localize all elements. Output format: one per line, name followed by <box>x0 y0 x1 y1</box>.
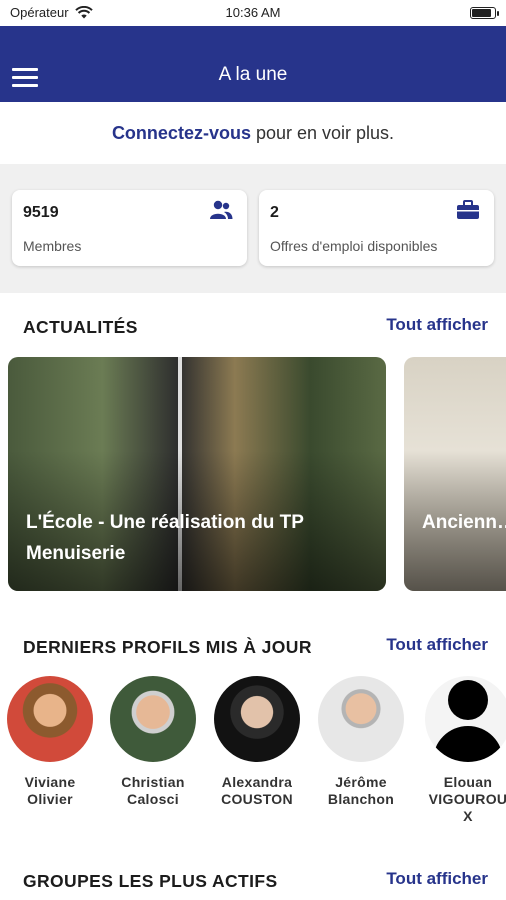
profile-first-name: Christian <box>121 774 185 790</box>
profile-first-name: Jérôme <box>335 774 387 790</box>
groups-title: GROUPES LES PLUS ACTIFS <box>23 871 278 891</box>
avatar <box>7 676 93 762</box>
profile-last-name: COUSTON <box>221 791 293 807</box>
profile-name: Christian Calosci <box>103 774 203 808</box>
profile-first-name: Elouan <box>443 774 493 790</box>
news-card[interactable]: L'École - Une réalisation du TP Menuiser… <box>8 357 386 591</box>
briefcase-icon <box>457 200 479 219</box>
login-link[interactable]: Connectez-vous <box>112 123 251 143</box>
profile-last-name: Calosci <box>127 791 179 807</box>
news-header: ACTUALITÉS Tout afficher <box>0 313 506 343</box>
jobs-count: 2 <box>270 204 279 221</box>
news-card[interactable]: Ancienn… à l'heure… <box>404 357 506 591</box>
profile-name: Viviane Olivier <box>0 774 100 808</box>
groups-header: GROUPES LES PLUS ACTIFS Tout afficher <box>0 867 506 897</box>
profiles-title: DERNIERS PROFILS MIS À JOUR <box>23 637 312 657</box>
profile-item[interactable]: Jérôme Blanchon <box>311 676 411 808</box>
connect-text: pour en voir plus. <box>255 123 395 143</box>
avatar <box>318 676 404 762</box>
news-card-title: Ancienn… à l'heure… <box>422 512 506 533</box>
jobs-card[interactable]: 2 Offres d'emploi disponibles <box>259 190 494 266</box>
news-card-title: L'École - Une réalisation du TP Menuiser… <box>26 512 304 564</box>
profile-last-name: Blanchon <box>327 791 395 807</box>
profiles-carousel[interactable]: Viviane Olivier Christian Calosci Alexan… <box>0 676 506 836</box>
status-bar: Opérateur 10:36 AM <box>0 0 506 26</box>
profile-item[interactable]: Alexandra COUSTON <box>207 676 307 808</box>
members-count: 9519 <box>23 204 59 221</box>
avatar <box>214 676 300 762</box>
profile-name: Alexandra COUSTON <box>207 774 307 808</box>
profile-last-name: VIGOUROUX <box>428 791 506 824</box>
battery-icon <box>470 7 499 19</box>
members-label: Membres <box>23 238 82 254</box>
card-shade <box>404 357 506 591</box>
profile-first-name: Alexandra <box>221 774 293 790</box>
profile-item[interactable]: Viviane Olivier <box>0 676 100 808</box>
groups-see-all-link[interactable]: Tout afficher <box>386 869 488 889</box>
status-time: 10:36 AM <box>225 5 281 20</box>
profiles-header: DERNIERS PROFILS MIS À JOUR Tout affiche… <box>0 633 506 663</box>
battery-level <box>472 9 491 17</box>
profile-item[interactable]: Elouan VIGOUROUX <box>418 676 506 825</box>
page-title: A la une <box>218 64 288 85</box>
nav-bar: A la une <box>0 26 506 102</box>
avatar <box>110 676 196 762</box>
profile-name: Jérôme Blanchon <box>311 774 411 808</box>
news-title: ACTUALITÉS <box>23 317 138 337</box>
jobs-label: Offres d'emploi disponibles <box>270 238 438 254</box>
news-see-all-link[interactable]: Tout afficher <box>386 315 488 335</box>
members-card[interactable]: 9519 Membres <box>12 190 247 266</box>
profile-first-name: Viviane <box>24 774 76 790</box>
silhouette-body <box>433 726 503 762</box>
profile-name: Elouan VIGOUROUX <box>418 774 506 825</box>
default-avatar-icon <box>425 676 506 762</box>
stats-section: 9519 Membres 2 Offres d'emploi disponibl… <box>0 164 506 293</box>
connect-banner: Connectez-vous pour en voir plus. <box>0 102 506 164</box>
profiles-see-all-link[interactable]: Tout afficher <box>386 635 488 655</box>
profile-last-name: Olivier <box>27 791 73 807</box>
profile-item[interactable]: Christian Calosci <box>103 676 203 808</box>
silhouette-head <box>448 680 488 720</box>
news-carousel[interactable]: L'École - Une réalisation du TP Menuiser… <box>0 357 506 593</box>
members-icon <box>210 200 233 219</box>
